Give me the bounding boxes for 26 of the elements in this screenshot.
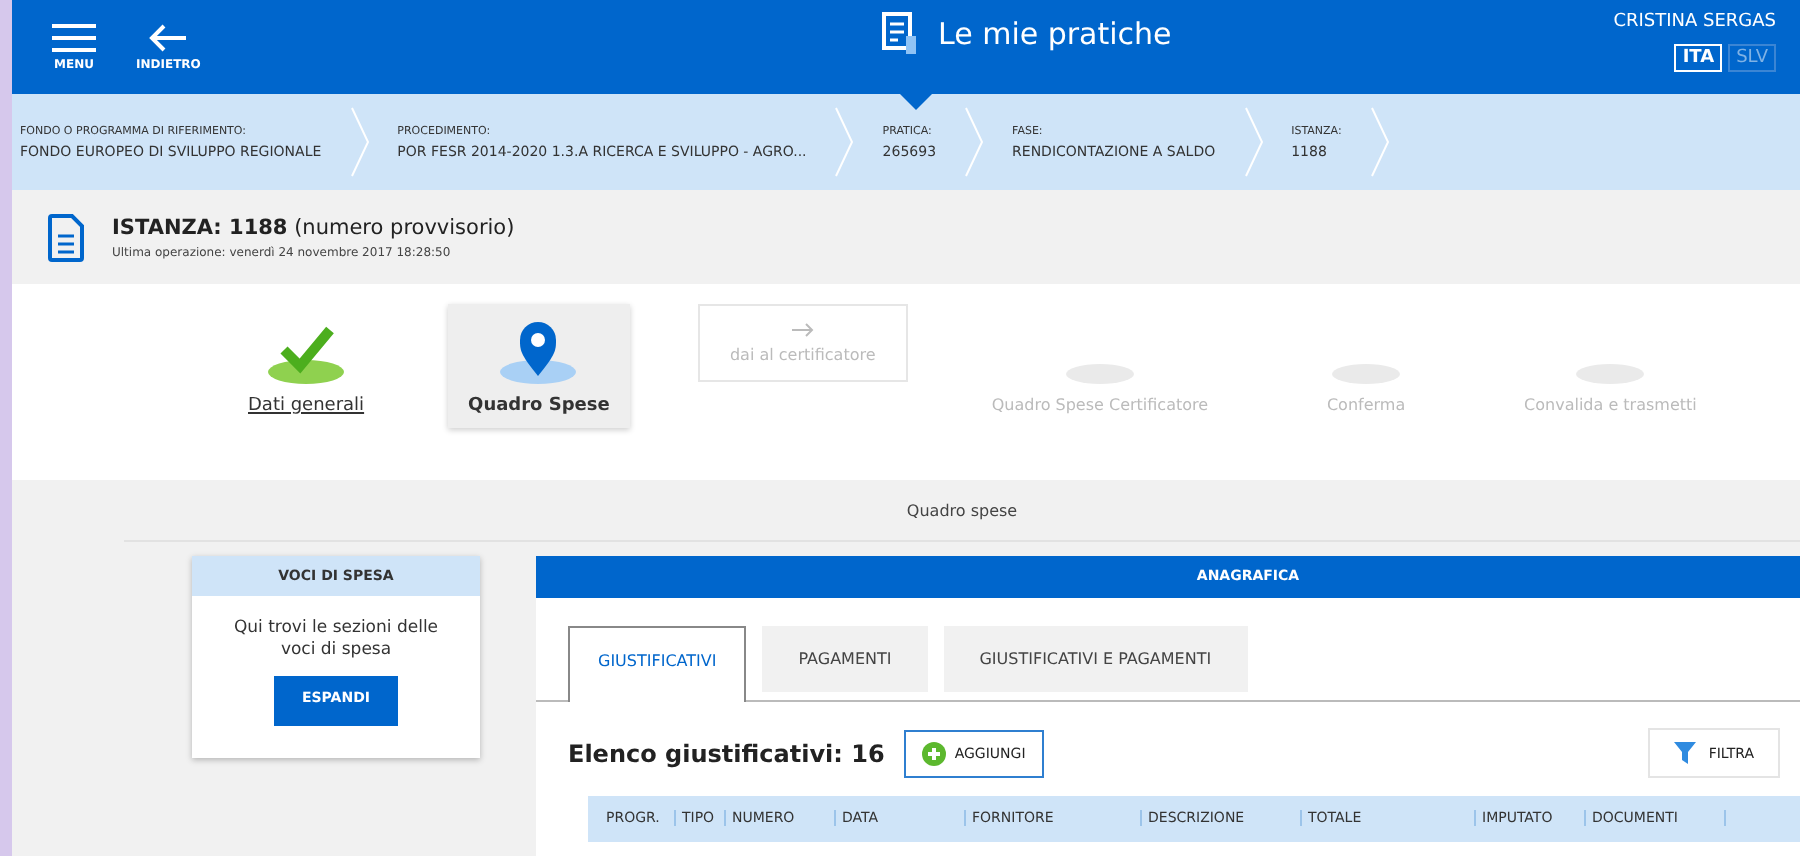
step-button[interactable]: Dati generali [232,316,381,424]
plus-circle-icon [922,741,947,765]
user-name: CRISTINA SERGAS [1613,11,1776,31]
tab[interactable]: GIUSTIFICATIVI E PAGAMENTI [943,626,1248,692]
section-title: Quadro spese [906,501,1018,519]
chevron-icon [349,106,370,178]
document-hand-icon [882,12,922,56]
chevron-icon [1369,106,1390,178]
checkmark-icon [266,324,347,384]
tab[interactable]: PAGAMENTI [762,626,928,692]
chevron-icon [834,106,855,178]
right-arrow-icon [791,322,814,338]
tab[interactable]: GIUSTIFICATIVI [568,626,747,702]
document-icon [48,213,84,261]
menu-icon [52,23,96,51]
card-text: Qui trovi le sezioni delle voci di spesa [231,618,441,664]
chevron-icon [964,106,985,178]
instance-title: ISTANZA: 1188 (numero provvisorio) [112,215,515,239]
page-title: Le mie pratiche [938,16,1172,52]
filter-icon [1674,742,1697,764]
language-button[interactable]: ITA [1674,43,1723,71]
list-title: Elenco giustificativi: 16 [568,739,885,767]
step-button[interactable]: Quadro Spese [448,304,630,428]
back-arrow-icon [148,23,189,51]
chevron-icon [1243,106,1264,178]
location-pin-icon [498,316,579,384]
